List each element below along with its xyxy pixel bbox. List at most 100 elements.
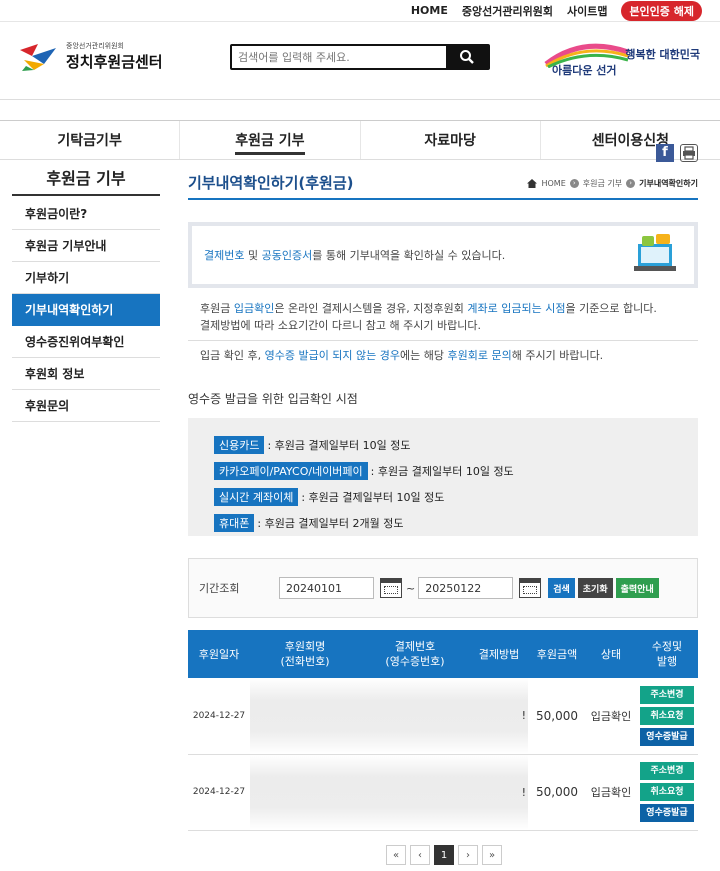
cert-release-button[interactable]: 본인인증 해제: [621, 0, 702, 21]
info-highlight-payment-no: 결제번호: [204, 249, 245, 262]
period-query: 기간조회 20240101 ~ 20250122 검색 초기화 출력안내: [188, 558, 698, 618]
cell-date: 2024-12-27: [188, 678, 250, 755]
donation-history-table: 후원일자 후원회명 (전화번호) 결제번호 (영수증번호) 결제방법 후원금액 …: [188, 630, 698, 831]
col-header-actions: 수정및 발행: [651, 640, 683, 668]
timing-text: : 후원금 결제일부터 10일 정도: [267, 439, 411, 452]
gnb-item-contribution[interactable]: 기탁금기부: [0, 121, 181, 159]
search-icon: [460, 50, 474, 64]
page-number-current[interactable]: 1: [434, 845, 454, 865]
site-search: [230, 44, 490, 70]
cell-committee-redacted: [250, 678, 360, 755]
cancel-request-button[interactable]: 취소요청: [640, 783, 694, 801]
notice-highlight: 영수증 발급이 되지 않는 경우: [264, 349, 401, 362]
notice-text: 후원금: [200, 302, 234, 315]
first-page-button[interactable]: «: [386, 845, 406, 865]
next-page-button[interactable]: ›: [458, 845, 478, 865]
change-address-button[interactable]: 주소변경: [640, 685, 694, 704]
cell-committee-redacted: [250, 754, 360, 831]
site-header: 중앙선거관리위원회 정치후원금센터 행복한 대한민국 아름다운 선거: [0, 22, 720, 100]
breadcrumb-arrow-icon: ›: [569, 179, 579, 188]
info-text-part: 를 통해 기부내역을 확인하실 수 있습니다.: [312, 249, 506, 262]
info-box: 결제번호 및 공동인증서를 통해 기부내역을 확인하실 수 있습니다.: [188, 222, 698, 288]
cell-status: 입금확인: [586, 678, 636, 755]
lnb-item-history[interactable]: 기부내역확인하기: [12, 294, 160, 326]
notice-paragraph-2: 입금 확인 후, 영수증 발급이 되지 않는 경우에는 해당 후원회로 문의해 …: [188, 347, 698, 364]
info-text-part: 및: [244, 249, 262, 262]
campaign-banner[interactable]: 행복한 대한민국 아름다운 선거: [530, 42, 700, 82]
timing-row: 휴대폰 : 후원금 결제일부터 2개월 정도: [214, 510, 698, 536]
notice-text: 입금 확인 후,: [200, 349, 265, 362]
period-label: 기간조회: [199, 582, 240, 595]
calendar-icon[interactable]: [380, 578, 402, 598]
logo-mark-icon: [18, 40, 58, 72]
last-page-button[interactable]: »: [482, 845, 502, 865]
calendar-icon[interactable]: [519, 578, 542, 598]
search-button[interactable]: [446, 46, 488, 68]
prev-page-button[interactable]: ‹: [410, 845, 430, 865]
breadcrumb-section[interactable]: 후원금 기부: [583, 178, 622, 189]
main-navigation: 기탁금기부 후원금 기부 자료마당 센터이용신청: [0, 120, 720, 160]
table-row: 2024-12-27 ! 50,000 입금확인 주소변경 취소요청 영수증발급: [188, 678, 698, 755]
notice-highlight: 계좌로 입금되는 시점: [467, 302, 566, 315]
cell-status: 입금확인: [586, 754, 636, 831]
cell-method: !: [470, 754, 528, 831]
lnb-item-receipt-verify[interactable]: 영수증진위여부확인: [12, 326, 160, 358]
issue-receipt-button[interactable]: 영수증발급: [640, 727, 694, 746]
col-header-committee: 후원회명 (전화번호): [280, 640, 330, 668]
site-logo[interactable]: 중앙선거관리위원회 정치후원금센터: [18, 40, 163, 72]
lnb-item-inquiry[interactable]: 후원문의: [12, 390, 160, 422]
gnb-item-resources[interactable]: 자료마당: [361, 121, 541, 159]
cancel-request-button[interactable]: 취소요청: [640, 706, 694, 725]
sns-tools: f: [656, 144, 698, 162]
issue-receipt-button[interactable]: 영수증발급: [640, 804, 694, 822]
lnb-item-guide[interactable]: 후원금 기부안내: [12, 230, 160, 262]
breadcrumb-current: 기부내역확인하기: [639, 179, 698, 188]
date-to-input[interactable]: 20250122: [418, 577, 514, 599]
timing-tag: 카카오페이/PAYCO/네이버페이: [214, 462, 368, 480]
lnb-item-donate[interactable]: 기부하기: [12, 262, 160, 294]
search-input[interactable]: [232, 46, 446, 68]
timing-tag: 휴대폰: [214, 514, 255, 532]
table-header-row: 후원일자 후원회명 (전화번호) 결제번호 (영수증번호) 결제방법 후원금액 …: [188, 630, 698, 678]
top-link-home[interactable]: HOME: [411, 4, 448, 17]
top-link-nec[interactable]: 중앙선거관리위원회: [462, 3, 553, 19]
timing-box: 신용카드 : 후원금 결제일부터 10일 정도 카카오페이/PAYCO/네이버페…: [188, 418, 698, 536]
logo-title: 정치후원금센터: [66, 52, 163, 71]
print-guide-button[interactable]: 출력안내: [615, 578, 659, 598]
divider: [188, 340, 698, 341]
computer-chat-icon: [632, 234, 678, 276]
range-separator: ~: [406, 581, 416, 595]
banner-slogan-1: 행복한 대한민국: [625, 48, 700, 61]
notice-block: 후원금 입금확인은 온라인 결제시스템을 경유, 지정후원회 계좌로 입금되는 …: [188, 300, 698, 364]
col-header-date: 후원일자: [198, 647, 240, 661]
breadcrumb-arrow-icon: ›: [626, 179, 636, 188]
notice-text: 결제방법에 따라 소요기간이 다르니 참고 해 주시기 바랍니다.: [200, 319, 481, 332]
info-text: 결제번호 및 공동인증서를 통해 기부내역을 확인하실 수 있습니다.: [204, 247, 505, 263]
search-period-button[interactable]: 검색: [548, 578, 575, 598]
page-title: 기부내역확인하기(후원금): [188, 174, 354, 192]
cell-actions: 주소변경 취소요청 영수증발급: [636, 754, 698, 831]
notice-highlight: 입금확인: [233, 302, 275, 315]
pagination: « ‹ 1 › »: [386, 845, 502, 865]
col-header-amount: 후원금액: [536, 647, 578, 661]
cell-actions: 주소변경 취소요청 영수증발급: [636, 678, 698, 755]
cell-payment-no-redacted: [360, 678, 470, 755]
facebook-icon[interactable]: f: [656, 144, 674, 162]
lnb-title: 후원금 기부: [12, 160, 160, 196]
reset-button[interactable]: 초기화: [577, 578, 613, 598]
gnb-item-donation[interactable]: 후원금 기부: [180, 121, 361, 159]
breadcrumb-home[interactable]: HOME: [541, 179, 565, 188]
banner-slogan-2: 아름다운 선거: [552, 64, 617, 77]
cell-amount: 50,000: [528, 754, 586, 831]
change-address-button[interactable]: 주소변경: [640, 762, 694, 780]
page-header: 기부내역확인하기(후원금) HOME › 후원금 기부 › 기부내역확인하기: [188, 170, 698, 200]
date-from-input[interactable]: 20240101: [279, 577, 374, 599]
lnb-item-committee-info[interactable]: 후원회 정보: [12, 358, 160, 390]
lnb-item-what-is[interactable]: 후원금이란?: [12, 198, 160, 230]
timing-row: 카카오페이/PAYCO/네이버페이 : 후원금 결제일부터 10일 정도: [214, 458, 698, 484]
notice-text: 해 주시기 바랍니다.: [511, 349, 604, 362]
top-link-sitemap[interactable]: 사이트맵: [567, 3, 607, 19]
cell-amount: 50,000: [528, 678, 586, 755]
print-icon[interactable]: [680, 144, 698, 162]
timing-tag: 실시간 계좌이체: [214, 488, 299, 506]
